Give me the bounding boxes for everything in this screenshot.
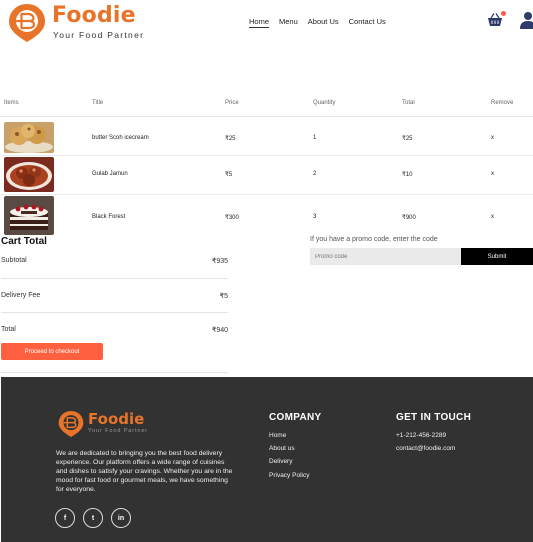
item-title: Black Forest [92, 214, 126, 220]
promo-instruction: If you have a promo code, enter the code [310, 236, 438, 243]
item-price: ₹25 [225, 136, 236, 142]
item-total: ₹900 [402, 215, 416, 221]
footer-phone[interactable]: +1-212-456-2289 [396, 432, 471, 439]
table-row: Black Forest ₹300 3 ₹900 x [0, 196, 533, 236]
total-value: ₹940 [211, 327, 228, 334]
twitter-icon[interactable]: t [83, 508, 103, 528]
user-profile-icon[interactable] [520, 11, 533, 29]
remove-item-button[interactable]: x [491, 214, 494, 220]
col-remove: Remove [491, 100, 514, 106]
footer-contact-column: GET IN TOUCH +1-212-456-2289 contact@foo… [396, 412, 471, 458]
table-row: butter Scoh icecream ₹25 1 ₹25 x [0, 121, 533, 154]
total-label: Total [1, 326, 16, 333]
col-total: Total [402, 100, 415, 106]
col-title: Title [92, 100, 104, 106]
site-header: Foodie Your Food Partner Home Menu About… [0, 0, 533, 46]
item-total: ₹25 [402, 136, 413, 142]
col-price: Price [225, 100, 239, 106]
promo-code-input[interactable] [310, 248, 462, 265]
proceed-to-checkout-button[interactable]: Proceed to checkout [1, 343, 103, 360]
logo-pin-icon [58, 411, 84, 437]
footer-link-delivery[interactable]: Delivery [269, 458, 321, 465]
remove-item-button[interactable]: x [491, 135, 494, 141]
footer-email[interactable]: contact@foodie.com [396, 445, 471, 452]
delivery-fee-value: ₹5 [219, 293, 228, 300]
total-row: Total ₹940 [1, 326, 228, 334]
item-title: Gulab Jamun [92, 171, 128, 177]
divider [1, 372, 228, 373]
divider [0, 116, 533, 117]
nav-about-us[interactable]: About Us [308, 17, 339, 28]
site-footer: Foodie Your Food Partner We are dedicate… [1, 377, 533, 542]
nav-menu[interactable]: Menu [279, 17, 298, 28]
divider [0, 194, 533, 195]
col-items: Items [4, 100, 19, 106]
brand-name: Foodie [52, 3, 136, 28]
footer-brand-tagline: Your Food Partner [88, 428, 149, 434]
footer-company-heading: COMPANY [269, 412, 322, 423]
divider [0, 155, 533, 156]
delivery-fee-label: Delivery Fee [1, 292, 41, 299]
logo-pin-icon [9, 4, 45, 42]
col-quantity: Quantity [313, 100, 336, 106]
subtotal-row: Subtotal ₹935 [1, 257, 228, 265]
nav-contact-us[interactable]: Contact Us [349, 17, 386, 28]
social-links: f t in [55, 508, 131, 528]
item-total: ₹10 [402, 172, 413, 178]
cart-table-header: Items Title Price Quantity Total Remove [0, 100, 533, 110]
footer-company-column: COMPANY Home About us Delivery Privacy P… [269, 412, 321, 485]
cart-total-heading: Cart Total [1, 236, 47, 247]
footer-contact-heading: GET IN TOUCH [396, 412, 472, 423]
footer-link-privacy-policy[interactable]: Privacy Policy [269, 472, 321, 479]
footer-about-text: We are dedicated to bringing you the bes… [56, 450, 233, 494]
butter-scotch-icecream-image [4, 122, 54, 153]
brand-logo[interactable]: Foodie Your Food Partner [8, 3, 144, 43]
item-quantity: 1 [313, 135, 317, 141]
divider [1, 312, 228, 313]
remove-item-button[interactable]: x [491, 171, 494, 177]
delivery-fee-row: Delivery Fee ₹5 [1, 292, 228, 300]
divider [1, 278, 228, 279]
item-price: ₹300 [225, 215, 239, 221]
item-quantity: 3 [313, 214, 317, 220]
footer-link-about-us[interactable]: About us [269, 445, 321, 452]
subtotal-value: ₹935 [211, 258, 228, 265]
linkedin-icon[interactable]: in [111, 508, 131, 528]
brand-tagline: Your Food Partner [53, 30, 145, 40]
main-nav: Home Menu About Us Contact Us [249, 17, 386, 28]
table-row: Gulab Jamun ₹5 2 ₹10 x [0, 157, 533, 193]
subtotal-label: Subtotal [1, 257, 27, 264]
promo-submit-button[interactable]: Submit [461, 248, 533, 265]
item-title: butter Scoh icecream [92, 135, 149, 141]
facebook-icon[interactable]: f [55, 508, 75, 528]
footer-brand-name: Foodie [88, 410, 145, 428]
footer-brand-logo[interactable]: Foodie Your Food Partner [58, 410, 148, 438]
item-quantity: 2 [313, 171, 317, 177]
gulab-jamun-image [4, 157, 54, 192]
black-forest-cake-image [4, 196, 54, 235]
item-price: ₹5 [225, 172, 233, 178]
cart-notification-dot [501, 11, 506, 16]
nav-home[interactable]: Home [249, 17, 270, 28]
footer-link-home[interactable]: Home [269, 432, 321, 439]
